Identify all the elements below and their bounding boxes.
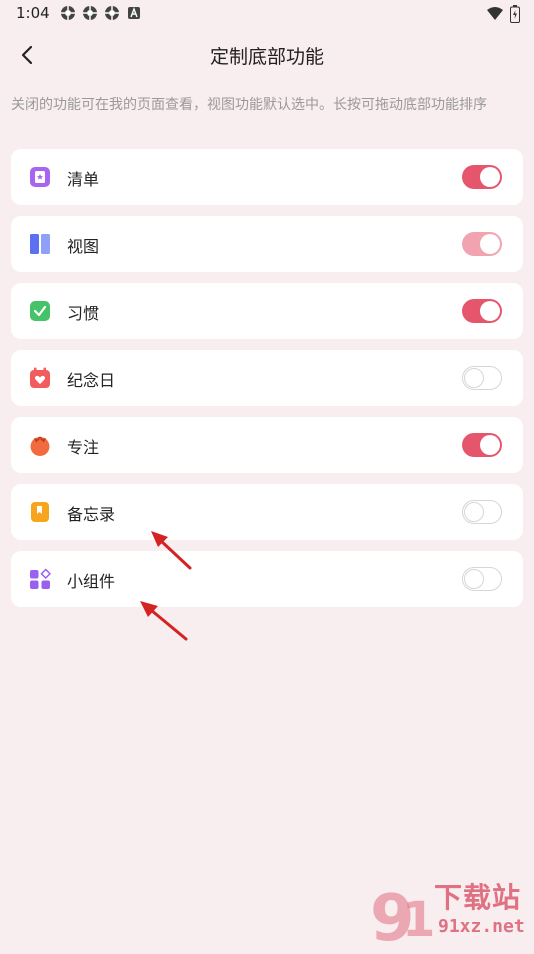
feature-toggle[interactable] [462,433,502,457]
toggle-knob [464,368,484,388]
feature-toggle[interactable] [462,165,502,189]
feature-toggle[interactable] [462,567,502,591]
toggle-knob [480,167,500,187]
app-bar: 定制底部功能 [0,28,534,82]
feature-row-habit[interactable]: 习惯 [11,283,523,339]
watermark-domain: 91xz.net [438,916,525,937]
feature-toggle[interactable] [462,500,502,524]
toggle-knob [464,569,484,589]
battery-icon [510,5,520,23]
feature-label: 小组件 [67,572,116,591]
feature-label: 备忘录 [67,505,116,524]
checklist-icon [30,167,50,187]
habit-icon [30,301,50,321]
memo-icon [31,502,49,522]
svg-text:1: 1 [402,892,435,948]
feature-toggle[interactable] [462,366,502,390]
feature-row-view[interactable]: 视图 [11,216,523,272]
feature-row-checklist[interactable]: 清单 [11,149,523,205]
feature-label: 习惯 [67,304,100,323]
vpn-icon [61,6,75,20]
feature-toggle[interactable] [462,299,502,323]
page-title: 定制底部功能 [209,46,324,68]
a-icon [128,7,140,19]
annotation-arrow [140,601,188,641]
feature-list: 清单 视图 习惯 纪念日 专注 备忘录 小组件 [11,149,523,618]
status-time: 1:04 [16,4,50,22]
feature-row-focus[interactable]: 专注 [11,417,523,473]
status-icons-left [60,5,142,21]
widgets-icon [30,568,51,589]
feature-row-anniversary[interactable]: 纪念日 [11,350,523,406]
feature-label: 清单 [67,170,100,189]
feature-label: 专注 [67,438,100,457]
feature-label: 纪念日 [67,371,116,390]
feature-label: 视图 [67,237,100,256]
site-watermark: 9 1 下载站 91xz.net [364,870,534,954]
feature-row-widgets[interactable]: 小组件 [11,551,523,607]
tomato-icon [30,436,50,456]
status-bar: 1:04 [0,0,534,28]
feature-toggle[interactable] [462,232,502,256]
toggle-knob [480,435,500,455]
status-icons-right [486,5,520,23]
annotation-arrow [151,531,192,570]
calendar-heart-icon [30,367,50,388]
hint-text: 关闭的功能可在我的页面查看，视图功能默认选中。长按可拖动底部功能排序 [11,97,487,113]
toggle-knob [480,234,500,254]
vpn-icon [105,6,119,20]
wifi-icon [487,7,503,20]
vpn-icon [83,6,97,20]
view-icon [30,234,50,254]
toggle-knob [480,301,500,321]
toggle-knob [464,502,484,522]
watermark-text: 下载站 [434,881,522,914]
feature-row-memo[interactable]: 备忘录 [11,484,523,540]
